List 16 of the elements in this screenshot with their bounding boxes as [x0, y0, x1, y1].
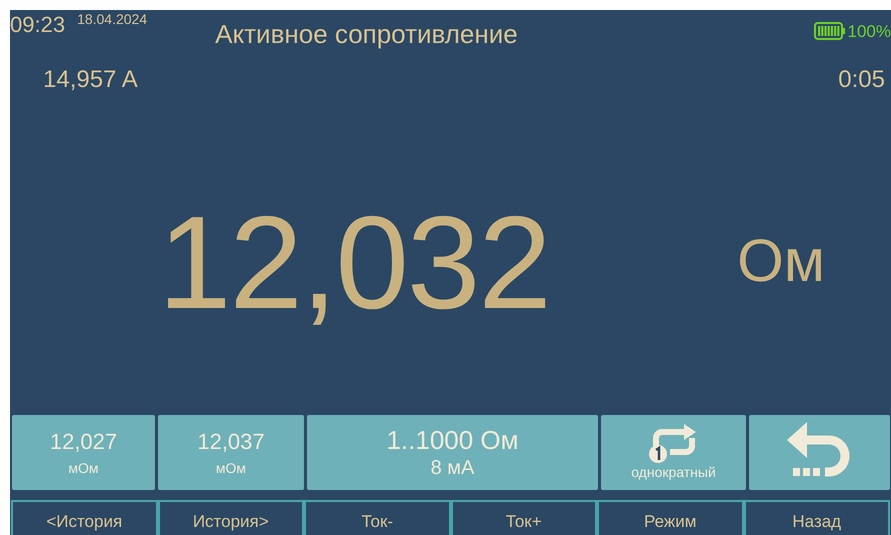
battery-icon: [814, 22, 846, 40]
softkey-button[interactable]: Назад: [744, 500, 890, 535]
date-text: 18.04.2024: [77, 12, 148, 26]
screen-title: Активное сопротивление: [215, 21, 518, 47]
back-button[interactable]: [749, 415, 890, 490]
timer-reading: 0:05: [838, 65, 885, 95]
softkey-button[interactable]: Ток-: [304, 500, 450, 535]
softkey-button[interactable]: Ток+: [450, 500, 597, 535]
softkey-button[interactable]: <История: [11, 500, 158, 535]
current-reading: 14,957 A: [43, 65, 138, 95]
battery-percent: 100%: [848, 22, 891, 40]
softkey-button[interactable]: Режим: [597, 500, 744, 535]
softkey-button[interactable]: История>: [158, 500, 304, 535]
clock-time: 09:23: [10, 14, 66, 36]
resistance-unit: Ом: [737, 230, 825, 290]
resistance-value: 12,032: [158, 196, 550, 328]
